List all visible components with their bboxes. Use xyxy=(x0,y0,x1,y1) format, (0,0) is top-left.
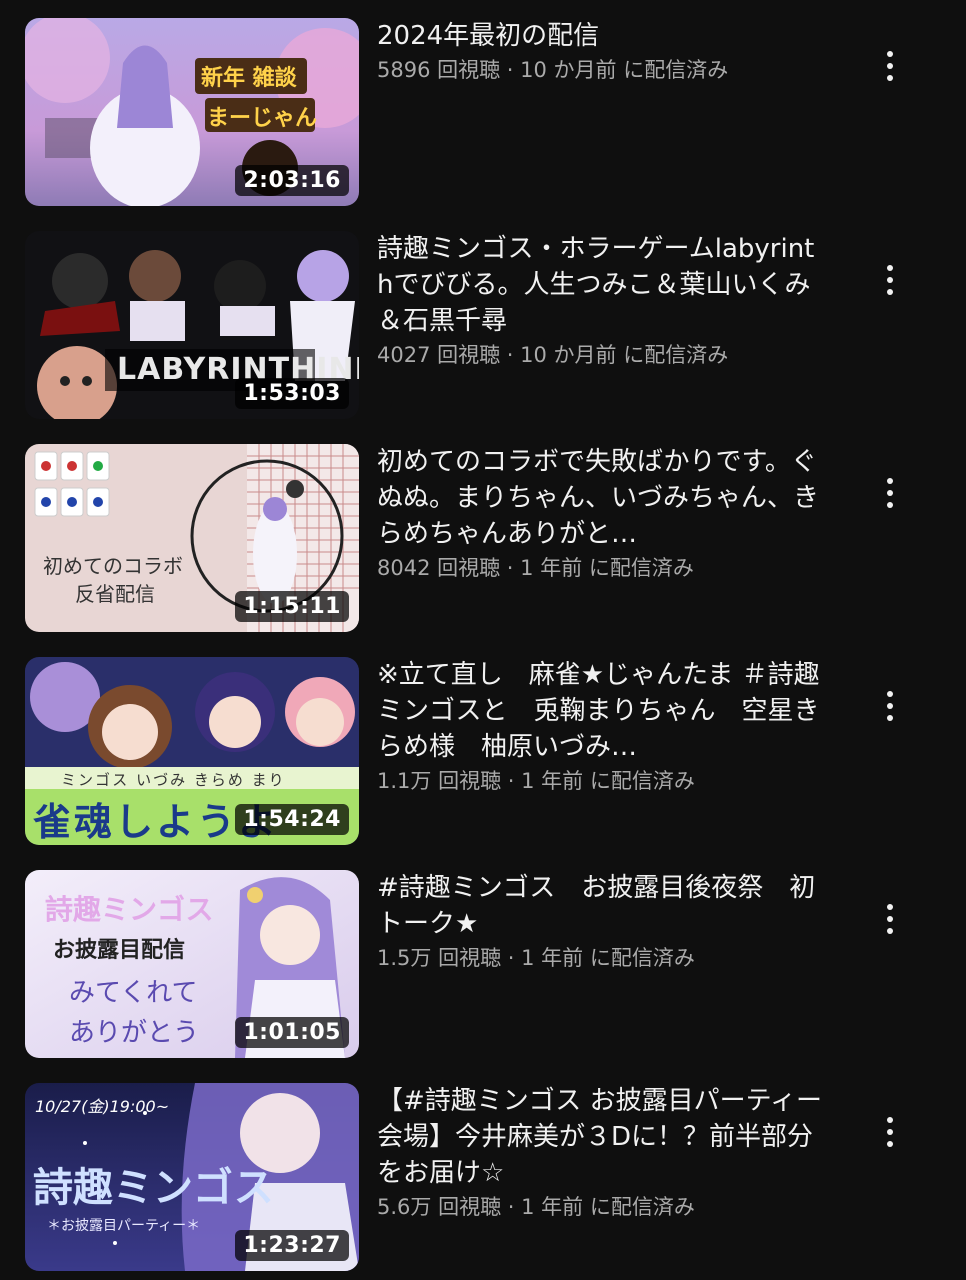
video-duration: 1:01:05 xyxy=(235,1017,349,1048)
view-count: 1.1万 回視聴 xyxy=(377,769,502,793)
video-thumbnail[interactable]: 初めてのコラボ 反省配信 1:15:11 xyxy=(25,444,359,632)
video-info[interactable]: 2024年最初の配信 5896 回視聴 · 10 か月前 に配信済み xyxy=(377,18,822,86)
video-age: 1 年前 xyxy=(521,946,584,970)
video-item[interactable]: LABYRINTHINE 1:53:03 詩趣ミンゴス・ホラーゲームlabyri… xyxy=(0,231,966,421)
more-options-icon[interactable] xyxy=(872,889,908,949)
view-count: 5.6万 回視聴 xyxy=(377,1195,502,1219)
more-options-icon[interactable] xyxy=(872,36,908,96)
video-item[interactable]: 初めてのコラボ 反省配信 1:15:11 初めてのコラボで失敗ばかりです。ぐぬぬ… xyxy=(0,444,966,634)
video-meta: 1.1万 回視聴 · 1 年前 に配信済み xyxy=(377,769,695,793)
video-age: 1 年前 xyxy=(521,1195,584,1219)
thumbnail-caption-2: まーじゃん xyxy=(207,106,318,131)
video-duration: 1:15:11 xyxy=(235,591,349,622)
video-meta: 5.6万 回視聴 · 1 年前 に配信済み xyxy=(377,1195,695,1219)
video-duration: 2:03:16 xyxy=(235,165,349,196)
video-thumbnail[interactable]: 詩趣ミンゴス お披露目配信 みてくれて ありがとう 1:01:05 xyxy=(25,870,359,1058)
video-meta: 8042 回視聴 · 1 年前 に配信済み xyxy=(377,556,694,580)
thumbnail-caption-1: 新年 雑談 xyxy=(201,66,297,91)
thumbnail-caption-1: 詩趣ミンゴス xyxy=(45,893,214,926)
video-info[interactable]: 初めてのコラボで失敗ばかりです。ぐぬぬ。まりちゃん、いづみちゃん、きらめちゃんあ… xyxy=(377,444,822,584)
video-age: 1 年前 xyxy=(520,556,583,580)
video-duration: 1:23:27 xyxy=(235,1230,349,1261)
video-meta: 4027 回視聴 · 10 か月前 に配信済み xyxy=(377,343,729,367)
video-meta: 5896 回視聴 · 10 か月前 に配信済み xyxy=(377,58,729,82)
video-item[interactable]: 詩趣ミンゴス お披露目配信 みてくれて ありがとう 1:01:05 #詩趣ミンゴ… xyxy=(0,870,966,1060)
thumbnail-caption-2: 反省配信 xyxy=(75,582,155,606)
video-thumbnail[interactable]: ミンゴス いづみ きらめ まり 雀魂しようよ 1:54:24 xyxy=(25,657,359,845)
stream-status: に配信済み xyxy=(588,556,694,580)
stream-status: に配信済み xyxy=(623,58,729,82)
thumbnail-caption-3: ＊お披露目パーティー＊ xyxy=(47,1218,201,1234)
video-duration: 1:53:03 xyxy=(235,378,349,409)
thumbnail-caption-1: 初めてのコラボ xyxy=(43,554,183,578)
more-options-icon[interactable] xyxy=(872,250,908,310)
video-title[interactable]: 【#詩趣ミンゴス お披露目パーティー会場】今井麻美が３Dに！？前半部分をお届け☆ xyxy=(377,1083,822,1191)
thumbnail-caption-2: お披露目配信 xyxy=(53,938,186,963)
video-thumbnail[interactable]: LABYRINTHINE 1:53:03 xyxy=(25,231,359,419)
stream-status: に配信済み xyxy=(589,1195,695,1219)
video-meta: 1.5万 回視聴 · 1 年前 に配信済み xyxy=(377,946,695,970)
thumbnail-caption-4: ありがとう xyxy=(69,1018,200,1048)
video-title[interactable]: 2024年最初の配信 xyxy=(377,18,822,54)
video-duration: 1:54:24 xyxy=(235,804,349,835)
video-item[interactable]: ミンゴス いづみ きらめ まり 雀魂しようよ 1:54:24 ※立て直し 麻雀★… xyxy=(0,657,966,847)
more-options-icon[interactable] xyxy=(872,1102,908,1162)
video-info[interactable]: 詩趣ミンゴス・ホラーゲームlabyrinthでびびる。人生つみこ＆葉山いくみ＆石… xyxy=(377,231,822,371)
thumbnail-caption-1: 10/27(金)19:00~ xyxy=(35,1097,170,1116)
stream-status: に配信済み xyxy=(589,946,695,970)
stream-status: に配信済み xyxy=(589,769,695,793)
thumbnail-caption-3: みてくれて xyxy=(69,978,198,1008)
stream-status: に配信済み xyxy=(623,343,729,367)
video-title[interactable]: ※立て直し 麻雀★じゃんたま ＃詩趣ミンゴスと 兎鞠まりちゃん 空星きらめ様 柚… xyxy=(377,657,822,765)
more-options-icon[interactable] xyxy=(872,676,908,736)
video-item[interactable]: 10/27(金)19:00~ 詩趣ミンゴス ＊お披露目パーティー＊ 1:23:2… xyxy=(0,1083,966,1273)
video-age: 10 か月前 xyxy=(520,58,617,82)
video-info[interactable]: #詩趣ミンゴス お披露目後夜祭 初トーク★ 1.5万 回視聴 · 1 年前 に配… xyxy=(377,870,822,974)
view-count: 5896 回視聴 xyxy=(377,58,501,82)
video-thumbnail[interactable]: 新年 雑談 まーじゃん 2:03:16 xyxy=(25,18,359,206)
video-info[interactable]: ※立て直し 麻雀★じゃんたま ＃詩趣ミンゴスと 兎鞠まりちゃん 空星きらめ様 柚… xyxy=(377,657,822,797)
video-info[interactable]: 【#詩趣ミンゴス お披露目パーティー会場】今井麻美が３Dに！？前半部分をお届け☆… xyxy=(377,1083,822,1223)
view-count: 4027 回視聴 xyxy=(377,343,501,367)
video-title[interactable]: #詩趣ミンゴス お披露目後夜祭 初トーク★ xyxy=(377,870,822,942)
view-count: 1.5万 回視聴 xyxy=(377,946,502,970)
video-age: 1 年前 xyxy=(521,769,584,793)
view-count: 8042 回視聴 xyxy=(377,556,501,580)
video-thumbnail[interactable]: 10/27(金)19:00~ 詩趣ミンゴス ＊お披露目パーティー＊ 1:23:2… xyxy=(25,1083,359,1271)
thumbnail-caption-1: ミンゴス いづみ きらめ まり xyxy=(61,771,286,789)
video-age: 10 か月前 xyxy=(520,343,617,367)
video-title[interactable]: 初めてのコラボで失敗ばかりです。ぐぬぬ。まりちゃん、いづみちゃん、きらめちゃんあ… xyxy=(377,444,822,552)
thumbnail-caption-2: 詩趣ミンゴス xyxy=(33,1165,274,1211)
more-options-icon[interactable] xyxy=(872,463,908,523)
video-title[interactable]: 詩趣ミンゴス・ホラーゲームlabyrinthでびびる。人生つみこ＆葉山いくみ＆石… xyxy=(377,231,822,339)
video-item[interactable]: 新年 雑談 まーじゃん 2:03:16 2024年最初の配信 5896 回視聴 … xyxy=(0,18,966,208)
